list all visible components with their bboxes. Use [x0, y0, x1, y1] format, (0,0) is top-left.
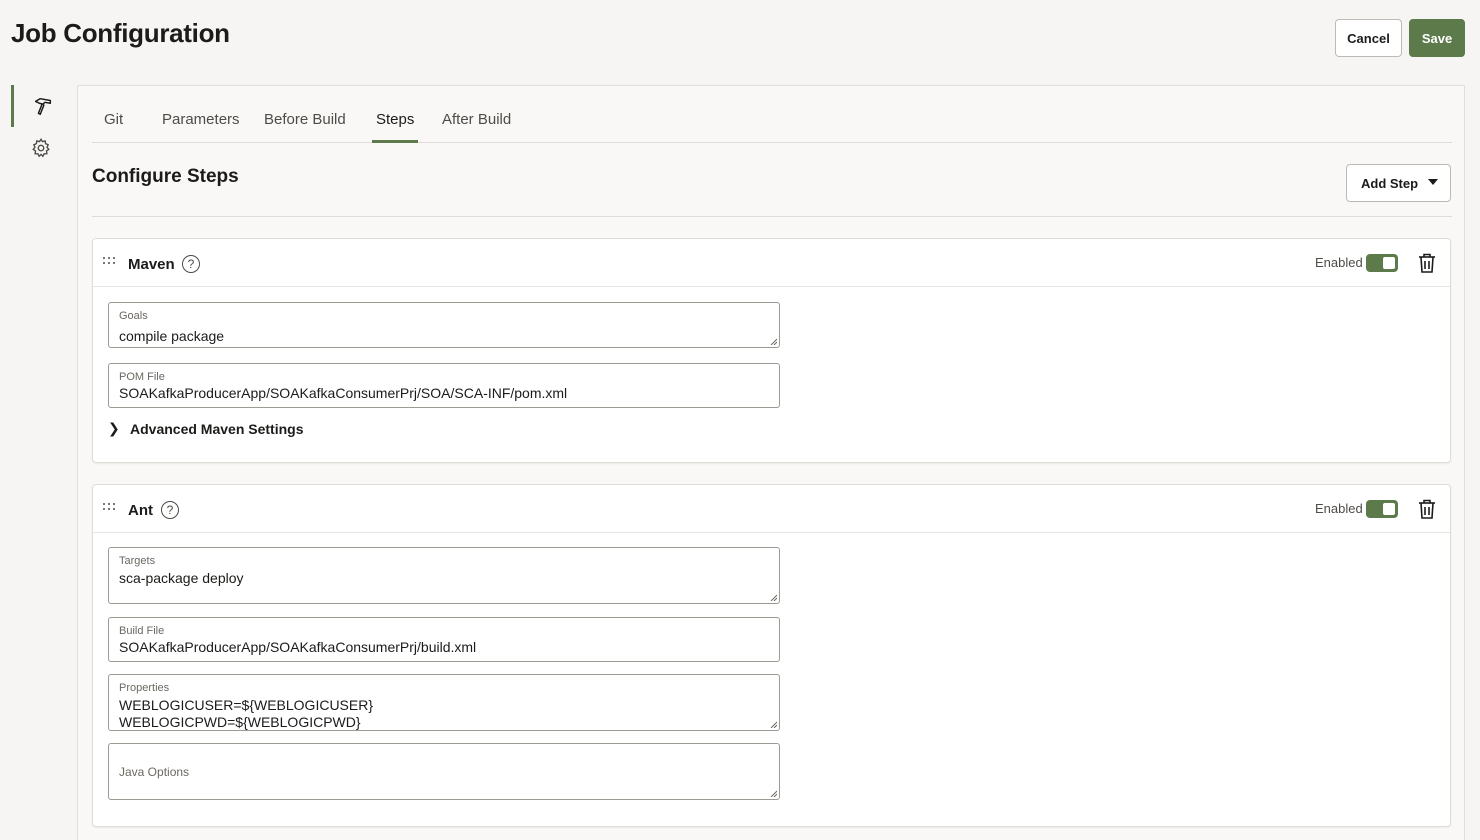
targets-field[interactable]: Targets sca-package deploy — [108, 547, 780, 604]
help-icon[interactable]: ? — [161, 501, 179, 519]
resize-handle-icon[interactable] — [770, 790, 777, 797]
chevron-right-icon: ❯ — [108, 420, 120, 436]
enabled-toggle[interactable] — [1366, 254, 1398, 272]
rail-item-build[interactable] — [11, 85, 71, 127]
gear-icon — [32, 138, 50, 158]
pom-file-value: SOAKafkaProducerApp/SOAKafkaConsumerPrj/… — [119, 385, 568, 401]
pom-file-label: POM File — [119, 371, 165, 383]
add-step-button[interactable]: Add Step — [1346, 164, 1451, 202]
build-file-field[interactable]: Build File SOAKafkaProducerApp/SOAKafkaC… — [108, 617, 780, 662]
tab-parameters[interactable]: Parameters — [158, 111, 244, 143]
properties-label: Properties — [119, 682, 170, 694]
enabled-label: Enabled — [1315, 255, 1363, 270]
java-options-placeholder: Java Options — [119, 765, 190, 779]
main-panel: Git Parameters Before Build Steps After … — [77, 85, 1465, 840]
ant-step-card: Ant ? Enabled Targets sca-package deploy… — [92, 484, 1451, 827]
goals-field[interactable]: Goals compile package — [108, 302, 780, 348]
trash-icon[interactable] — [1418, 499, 1436, 519]
drag-handle-icon[interactable] — [103, 257, 119, 267]
goals-value: compile package — [119, 328, 225, 344]
tab-steps[interactable]: Steps — [372, 111, 419, 143]
resize-handle-icon[interactable] — [770, 594, 777, 601]
enabled-label: Enabled — [1315, 501, 1363, 516]
targets-label: Targets — [119, 555, 156, 567]
pom-file-field[interactable]: POM File SOAKafkaProducerApp/SOAKafkaCon… — [108, 363, 780, 408]
maven-title: Maven — [128, 256, 175, 273]
chevron-down-icon — [1428, 179, 1438, 185]
tab-after-build[interactable]: After Build — [438, 111, 515, 143]
side-rail — [0, 85, 76, 840]
goals-label: Goals — [119, 310, 148, 322]
section-divider — [92, 216, 1452, 217]
enabled-toggle[interactable] — [1366, 500, 1398, 518]
resize-handle-icon[interactable] — [770, 721, 777, 728]
build-file-label: Build File — [119, 625, 165, 637]
maven-card-header: Maven ? Enabled — [93, 239, 1450, 287]
tab-before-build[interactable]: Before Build — [260, 111, 350, 143]
save-button[interactable]: Save — [1409, 19, 1465, 57]
cancel-button[interactable]: Cancel — [1335, 19, 1402, 57]
java-options-field[interactable]: Java Options — [108, 743, 780, 800]
trash-icon[interactable] — [1418, 253, 1436, 273]
rail-item-settings[interactable] — [11, 127, 71, 169]
maven-step-card: Maven ? Enabled Goals compile package PO… — [92, 238, 1451, 463]
section-title: Configure Steps — [92, 166, 239, 187]
ant-card-header: Ant ? Enabled — [93, 485, 1450, 533]
advanced-maven-settings-toggle[interactable]: ❯ Advanced Maven Settings — [108, 420, 304, 437]
drag-handle-icon[interactable] — [103, 503, 119, 513]
hammer-icon — [34, 97, 51, 115]
properties-field[interactable]: Properties WEBLOGICUSER=${WEBLOGICUSER} … — [108, 674, 780, 731]
ant-title: Ant — [128, 502, 153, 519]
resize-handle-icon[interactable] — [770, 338, 777, 345]
targets-value: sca-package deploy — [119, 570, 244, 586]
advanced-maven-settings-label: Advanced Maven Settings — [130, 420, 304, 437]
build-file-value: SOAKafkaProducerApp/SOAKafkaConsumerPrj/… — [119, 639, 477, 655]
tab-bar: Git Parameters Before Build Steps After … — [92, 86, 1452, 143]
properties-value: WEBLOGICUSER=${WEBLOGICUSER} WEBLOGICPWD… — [119, 697, 374, 730]
help-icon[interactable]: ? — [182, 255, 200, 273]
page-title: Job Configuration — [11, 18, 230, 48]
add-step-label: Add Step — [1361, 175, 1419, 191]
tab-git[interactable]: Git — [100, 111, 127, 143]
